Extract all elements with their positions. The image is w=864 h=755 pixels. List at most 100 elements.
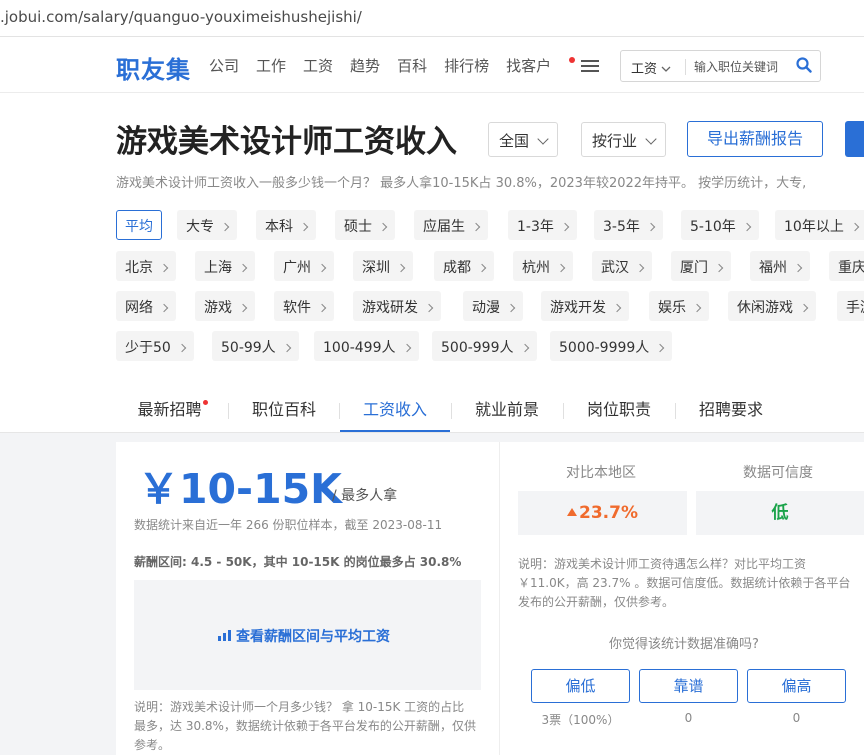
filter-chip[interactable]: 硕士 <box>335 210 395 240</box>
chevron-right-icon <box>612 303 622 313</box>
filter-chip-city[interactable]: 成都 <box>434 251 494 281</box>
filter-chip-industry[interactable]: 娱乐 <box>649 291 709 321</box>
filter-chip-label: 50-99人 <box>221 340 276 356</box>
filter-chip-city[interactable]: 厦门 <box>671 251 731 281</box>
tab-job-wiki[interactable]: 职位百科 <box>229 390 339 432</box>
vote-reliable-button[interactable]: 靠谱 <box>639 669 738 703</box>
filter-chip-label: 北京 <box>125 260 153 276</box>
filter-chip-industry[interactable]: 游戏开发 <box>541 291 629 321</box>
filter-chip-industry[interactable]: 动漫 <box>463 291 523 321</box>
chevron-right-icon <box>506 303 516 313</box>
salary-value: ￥10-15K <box>138 465 342 513</box>
filter-chip-industry[interactable]: 网络 <box>116 291 176 321</box>
search-type-select[interactable]: 工资 <box>631 58 671 77</box>
filter-chip-size[interactable]: 500-999人 <box>432 331 537 361</box>
filter-chip-city[interactable]: 武汉 <box>592 251 652 281</box>
tab-latest-jobs[interactable]: 最新招聘 <box>116 390 228 432</box>
filter-chip[interactable]: 5-10年 <box>681 210 759 240</box>
filter-chip-industry[interactable]: 游戏 <box>195 291 255 321</box>
filter-chip[interactable]: 3-5年 <box>594 210 663 240</box>
filter-chip-city[interactable]: 重庆 <box>829 251 864 281</box>
filter-chip-size[interactable]: 5000-9999人 <box>550 331 673 361</box>
chevron-right-icon <box>656 343 665 353</box>
chevron-right-icon <box>299 222 309 232</box>
chevron-right-icon <box>238 303 248 313</box>
nav-trends[interactable]: 趋势 <box>350 55 380 76</box>
filter-chip[interactable]: 本科 <box>256 210 316 240</box>
filter-chip-label: 游戏研发 <box>362 300 418 316</box>
tab-prospects[interactable]: 就业前景 <box>452 390 562 432</box>
filter-chip-industry[interactable]: 休闲游戏 <box>728 291 816 321</box>
view-salary-chart-link[interactable]: 查看薪酬区间与平均工资 <box>218 626 390 646</box>
chevron-right-icon <box>714 263 724 273</box>
chevron-right-icon <box>635 263 645 273</box>
chevron-right-icon <box>692 303 702 313</box>
filter-chip-city[interactable]: 杭州 <box>513 251 573 281</box>
filter-chip-average[interactable]: 平均 <box>116 210 162 240</box>
filter-chip-industry[interactable]: 游戏研发 <box>353 291 441 321</box>
filter-chip-city[interactable]: 福州 <box>750 251 810 281</box>
nav-salary[interactable]: 工资 <box>303 55 333 76</box>
filter-chip-label: 武汉 <box>601 260 629 276</box>
filter-chip-label: 成都 <box>443 260 471 276</box>
filter-chip-label: 5000-9999人 <box>559 340 650 356</box>
vote-low-button[interactable]: 偏低 <box>531 669 630 703</box>
filter-chip[interactable]: 应届生 <box>414 210 488 240</box>
chevron-right-icon <box>402 343 411 353</box>
chevron-right-icon <box>282 343 291 353</box>
nav-find-customers[interactable]: 找客户 <box>506 55 591 76</box>
vote-high-button[interactable]: 偏高 <box>747 669 846 703</box>
arrow-up-icon <box>567 508 577 516</box>
chevron-right-icon <box>793 263 803 273</box>
export-report-button[interactable]: 导出薪酬报告 <box>687 121 823 157</box>
nav-wiki[interactable]: 百科 <box>397 55 427 76</box>
region-dropdown[interactable]: 全国 <box>488 122 559 157</box>
vote-low-count: 3票（100%） <box>541 713 620 727</box>
main-nav: 公司 工作 工资 趋势 百科 排行榜 找客户 <box>209 55 608 76</box>
chevron-down-icon <box>537 133 549 145</box>
filter-chip-size[interactable]: 50-99人 <box>212 331 299 361</box>
filter-chip[interactable]: 1-3年 <box>508 210 577 240</box>
primary-button-partial[interactable] <box>845 121 864 157</box>
chevron-right-icon <box>850 222 860 232</box>
salary-explanation: 说明：游戏美术设计师一个月多少钱？ 拿 10-15K 工资的占比最多，达 30.… <box>134 700 476 752</box>
tab-salary[interactable]: 工资收入 <box>340 390 450 432</box>
tab-duties[interactable]: 岗位职责 <box>564 390 674 432</box>
filter-chip-size[interactable]: 少于50 <box>116 331 194 361</box>
tab-requirements[interactable]: 招聘要求 <box>676 390 786 432</box>
industry-dropdown[interactable]: 按行业 <box>581 122 667 157</box>
notification-dot <box>569 57 576 63</box>
filter-chip-industry[interactable]: 软件 <box>274 291 334 321</box>
notification-dot <box>202 400 208 405</box>
tab-label: 最新招聘 <box>137 400 202 419</box>
filter-chip-city[interactable]: 广州 <box>274 251 334 281</box>
region-dropdown-label: 全国 <box>499 132 530 150</box>
search-input[interactable]: 输入职位关键词 <box>694 58 778 75</box>
filter-chip-label: 100-499人 <box>323 340 396 356</box>
filter-chip-city[interactable]: 上海 <box>195 251 255 281</box>
filter-chip[interactable]: 10年以上 <box>775 210 864 240</box>
filter-chip-label: 游戏开发 <box>550 300 606 316</box>
salary-range-note: 薪酬区间: 4.5 - 50K，其中 10-15K 的岗位最多占 30.8% <box>134 555 462 569</box>
filter-chip-label: 1-3年 <box>517 219 554 235</box>
filter-chip-label: 软件 <box>283 300 311 316</box>
menu-icon[interactable] <box>581 60 599 72</box>
filter-chip-label: 500-999人 <box>441 340 514 356</box>
filter-chip-label: 福州 <box>759 260 787 276</box>
nav-company[interactable]: 公司 <box>209 55 239 76</box>
site-logo[interactable]: 职友集 <box>116 50 191 85</box>
filter-chip[interactable]: 大专 <box>177 210 237 240</box>
filter-chip-city[interactable]: 深圳 <box>353 251 413 281</box>
filter-chip-industry[interactable]: 手游 <box>837 291 864 321</box>
nav-jobs[interactable]: 工作 <box>256 55 286 76</box>
filter-chip-label: 休闲游戏 <box>737 300 793 316</box>
filter-chip-label: 10年以上 <box>784 219 844 235</box>
nav-ranking[interactable]: 排行榜 <box>444 55 489 76</box>
filter-chip-label: 硕士 <box>344 219 372 235</box>
filter-chip-city[interactable]: 北京 <box>116 251 176 281</box>
filter-chip-size[interactable]: 100-499人 <box>314 331 419 361</box>
filter-chip-label: 应届生 <box>423 219 465 235</box>
address-bar[interactable]: .jobui.com/salary/quanguo-youximeishushe… <box>0 0 864 37</box>
search-icon[interactable] <box>796 57 812 73</box>
compare-explanation: 说明：游戏美术设计师工资待遇怎么样？对比平均工资￥11.0K，高 23.7% 。… <box>518 557 851 609</box>
